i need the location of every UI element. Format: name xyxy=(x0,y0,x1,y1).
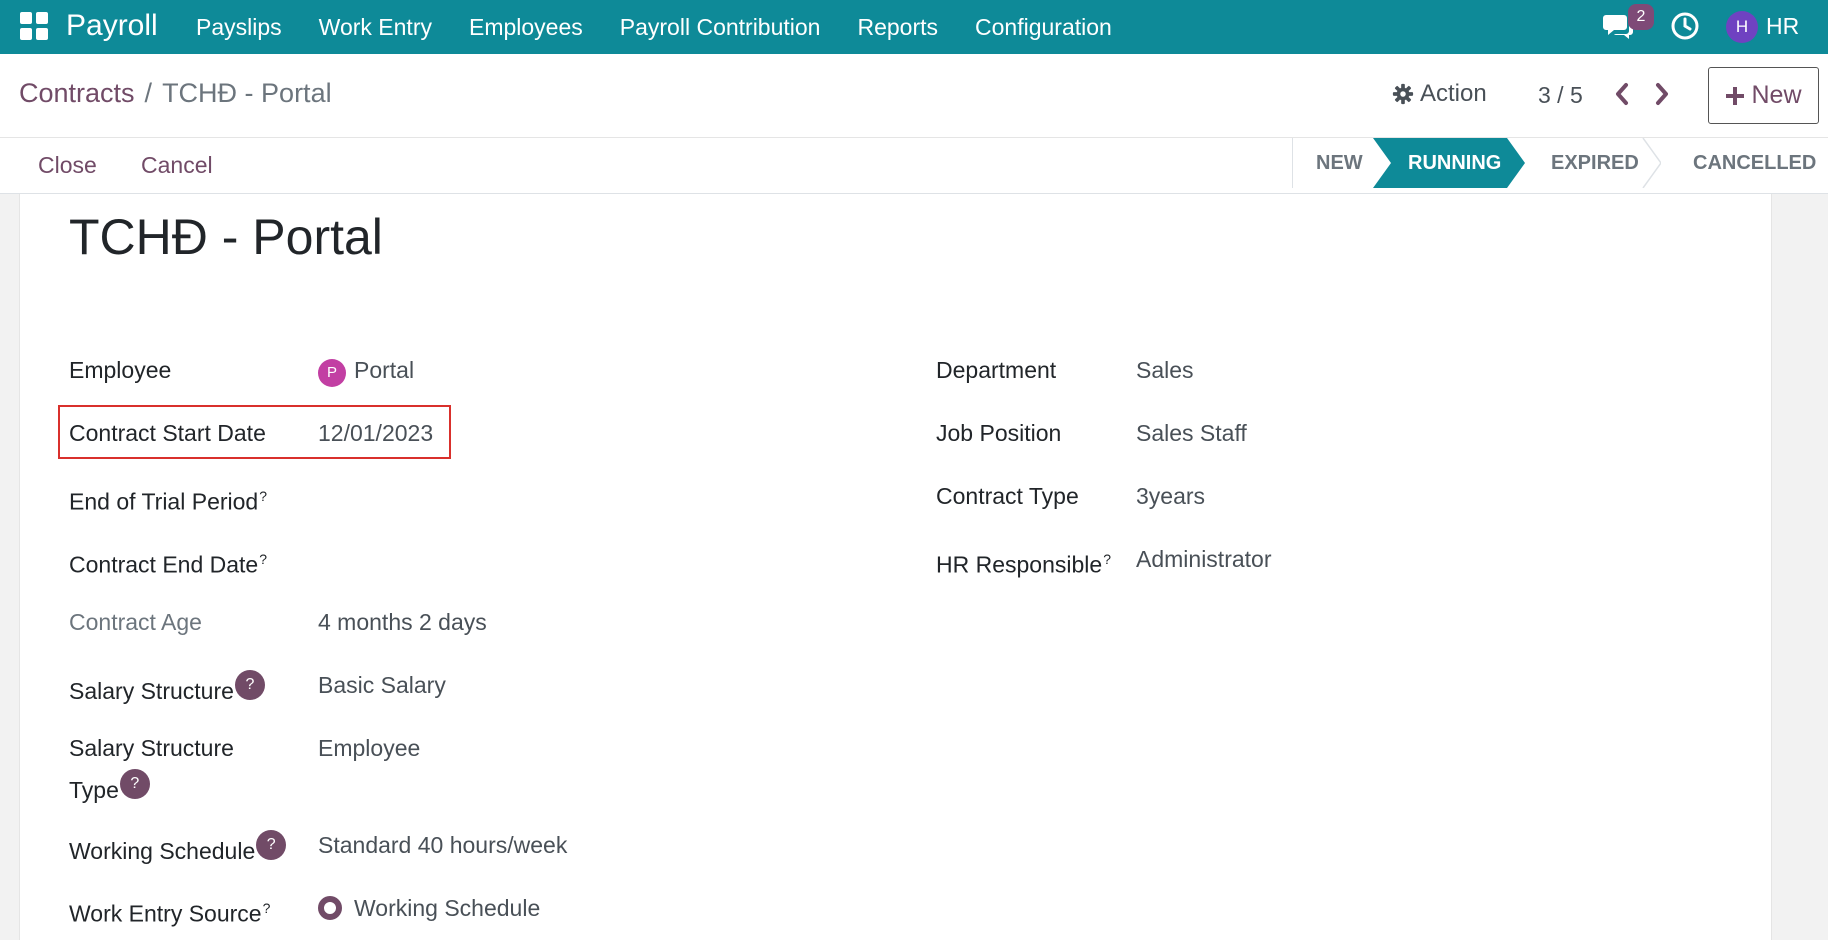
radio-selected-icon[interactable] xyxy=(318,896,342,920)
contract-start-date-field[interactable]: 12/01/2023 xyxy=(318,418,433,448)
salary-structure-field[interactable]: Basic Salary xyxy=(318,670,446,700)
action-label: Action xyxy=(1420,80,1487,107)
action-button[interactable]: Action xyxy=(1392,80,1487,108)
form-button-bar: Close Cancel NEW RUNNING EXPIRED CANCELL… xyxy=(0,138,1828,194)
end-of-trial-period-field[interactable] xyxy=(318,481,618,511)
menu-employees[interactable]: Employees xyxy=(469,14,583,41)
status-bar: NEW RUNNING EXPIRED CANCELLED xyxy=(1292,138,1823,188)
hr-responsible-label: HR Responsible? xyxy=(936,551,1111,578)
main-menu: Payslips Work Entry Employees Payroll Co… xyxy=(196,0,1149,54)
chat-count-badge: 2 xyxy=(1628,4,1654,30)
help-tooltip-icon[interactable]: ? xyxy=(263,900,271,916)
help-tooltip-icon[interactable]: ? xyxy=(1103,551,1111,567)
working-schedule-label: Working Schedule? xyxy=(69,830,287,866)
menu-reports[interactable]: Reports xyxy=(857,14,938,41)
employee-value: Portal xyxy=(354,357,415,383)
working-schedule-field[interactable]: Standard 40 hours/week xyxy=(318,830,567,860)
apps-grid-icon[interactable] xyxy=(20,12,48,40)
user-name[interactable]: HR xyxy=(1766,13,1799,40)
help-tooltip-icon[interactable]: ? xyxy=(259,551,267,567)
contract-start-date-label: Contract Start Date xyxy=(69,420,266,446)
breadcrumb-separator: / xyxy=(144,78,153,108)
help-question-icon[interactable]: ? xyxy=(234,670,265,700)
chevron-right-icon[interactable] xyxy=(1652,80,1672,108)
work-entry-source-option[interactable]: Working Schedule xyxy=(318,893,540,923)
salary-structure-label: Salary Structure? xyxy=(69,670,265,706)
gear-icon xyxy=(1392,83,1414,105)
pager-value[interactable]: 3 / 5 xyxy=(1538,82,1583,109)
help-question-icon[interactable]: ? xyxy=(256,830,287,860)
contract-age-label: Contract Age xyxy=(69,609,202,635)
employee-label: Employee xyxy=(69,357,172,383)
user-avatar[interactable]: H xyxy=(1726,11,1758,43)
menu-payslips[interactable]: Payslips xyxy=(196,14,282,41)
employee-field[interactable]: P Portal xyxy=(318,355,414,387)
stage-cancelled[interactable]: CANCELLED xyxy=(1661,138,1823,188)
work-entry-source-label: Work Entry Source? xyxy=(69,900,271,927)
job-position-field[interactable]: Sales Staff xyxy=(1136,418,1247,448)
stage-expired[interactable]: EXPIRED xyxy=(1525,138,1661,188)
top-navbar: Payroll Payslips Work Entry Employees Pa… xyxy=(0,0,1828,54)
department-label: Department xyxy=(936,357,1057,383)
chevron-left-icon[interactable] xyxy=(1612,80,1632,108)
contract-end-date-field[interactable] xyxy=(318,544,618,574)
cancel-button[interactable]: Cancel xyxy=(141,152,213,179)
salary-structure-type-label: Salary Structure Type? xyxy=(69,735,234,803)
app-name[interactable]: Payroll xyxy=(66,8,158,44)
end-of-trial-period-label: End of Trial Period? xyxy=(69,488,268,515)
new-button[interactable]: New xyxy=(1708,67,1819,124)
menu-work-entry[interactable]: Work Entry xyxy=(319,14,432,41)
contract-type-label: Contract Type xyxy=(936,483,1079,509)
clock-icon[interactable] xyxy=(1670,11,1700,41)
menu-configuration[interactable]: Configuration xyxy=(975,14,1112,41)
salary-structure-type-field[interactable]: Employee xyxy=(318,733,420,763)
form-sheet: TCHĐ - Portal Employee P Portal Contract … xyxy=(19,194,1772,940)
plus-icon xyxy=(1726,86,1745,105)
work-entry-source-value: Working Schedule xyxy=(354,895,541,921)
contract-end-date-label: Contract End Date? xyxy=(69,551,268,578)
breadcrumb: Contracts / TCHĐ - Portal xyxy=(19,78,332,109)
job-position-label: Job Position xyxy=(936,420,1062,446)
hr-responsible-field[interactable]: Administrator xyxy=(1136,544,1271,574)
systray: 2 H HR xyxy=(1598,0,1828,54)
employee-avatar: P xyxy=(318,359,346,387)
control-panel: Contracts / TCHĐ - Portal Action 3 / 5 N… xyxy=(0,54,1828,138)
new-label: New xyxy=(1751,81,1802,109)
help-tooltip-icon[interactable]: ? xyxy=(259,488,267,504)
contract-age-value: 4 months 2 days xyxy=(318,609,487,635)
breadcrumb-contracts[interactable]: Contracts xyxy=(19,78,135,108)
help-question-icon[interactable]: ? xyxy=(119,769,150,799)
breadcrumb-current: TCHĐ - Portal xyxy=(162,78,332,108)
contract-type-field[interactable]: 3years xyxy=(1136,481,1205,511)
record-title[interactable]: TCHĐ - Portal xyxy=(69,208,383,266)
close-button[interactable]: Close xyxy=(38,152,97,179)
menu-payroll-contribution[interactable]: Payroll Contribution xyxy=(620,14,821,41)
department-field[interactable]: Sales xyxy=(1136,355,1194,385)
stage-new[interactable]: NEW xyxy=(1293,138,1379,188)
stage-running[interactable]: RUNNING xyxy=(1373,138,1525,188)
